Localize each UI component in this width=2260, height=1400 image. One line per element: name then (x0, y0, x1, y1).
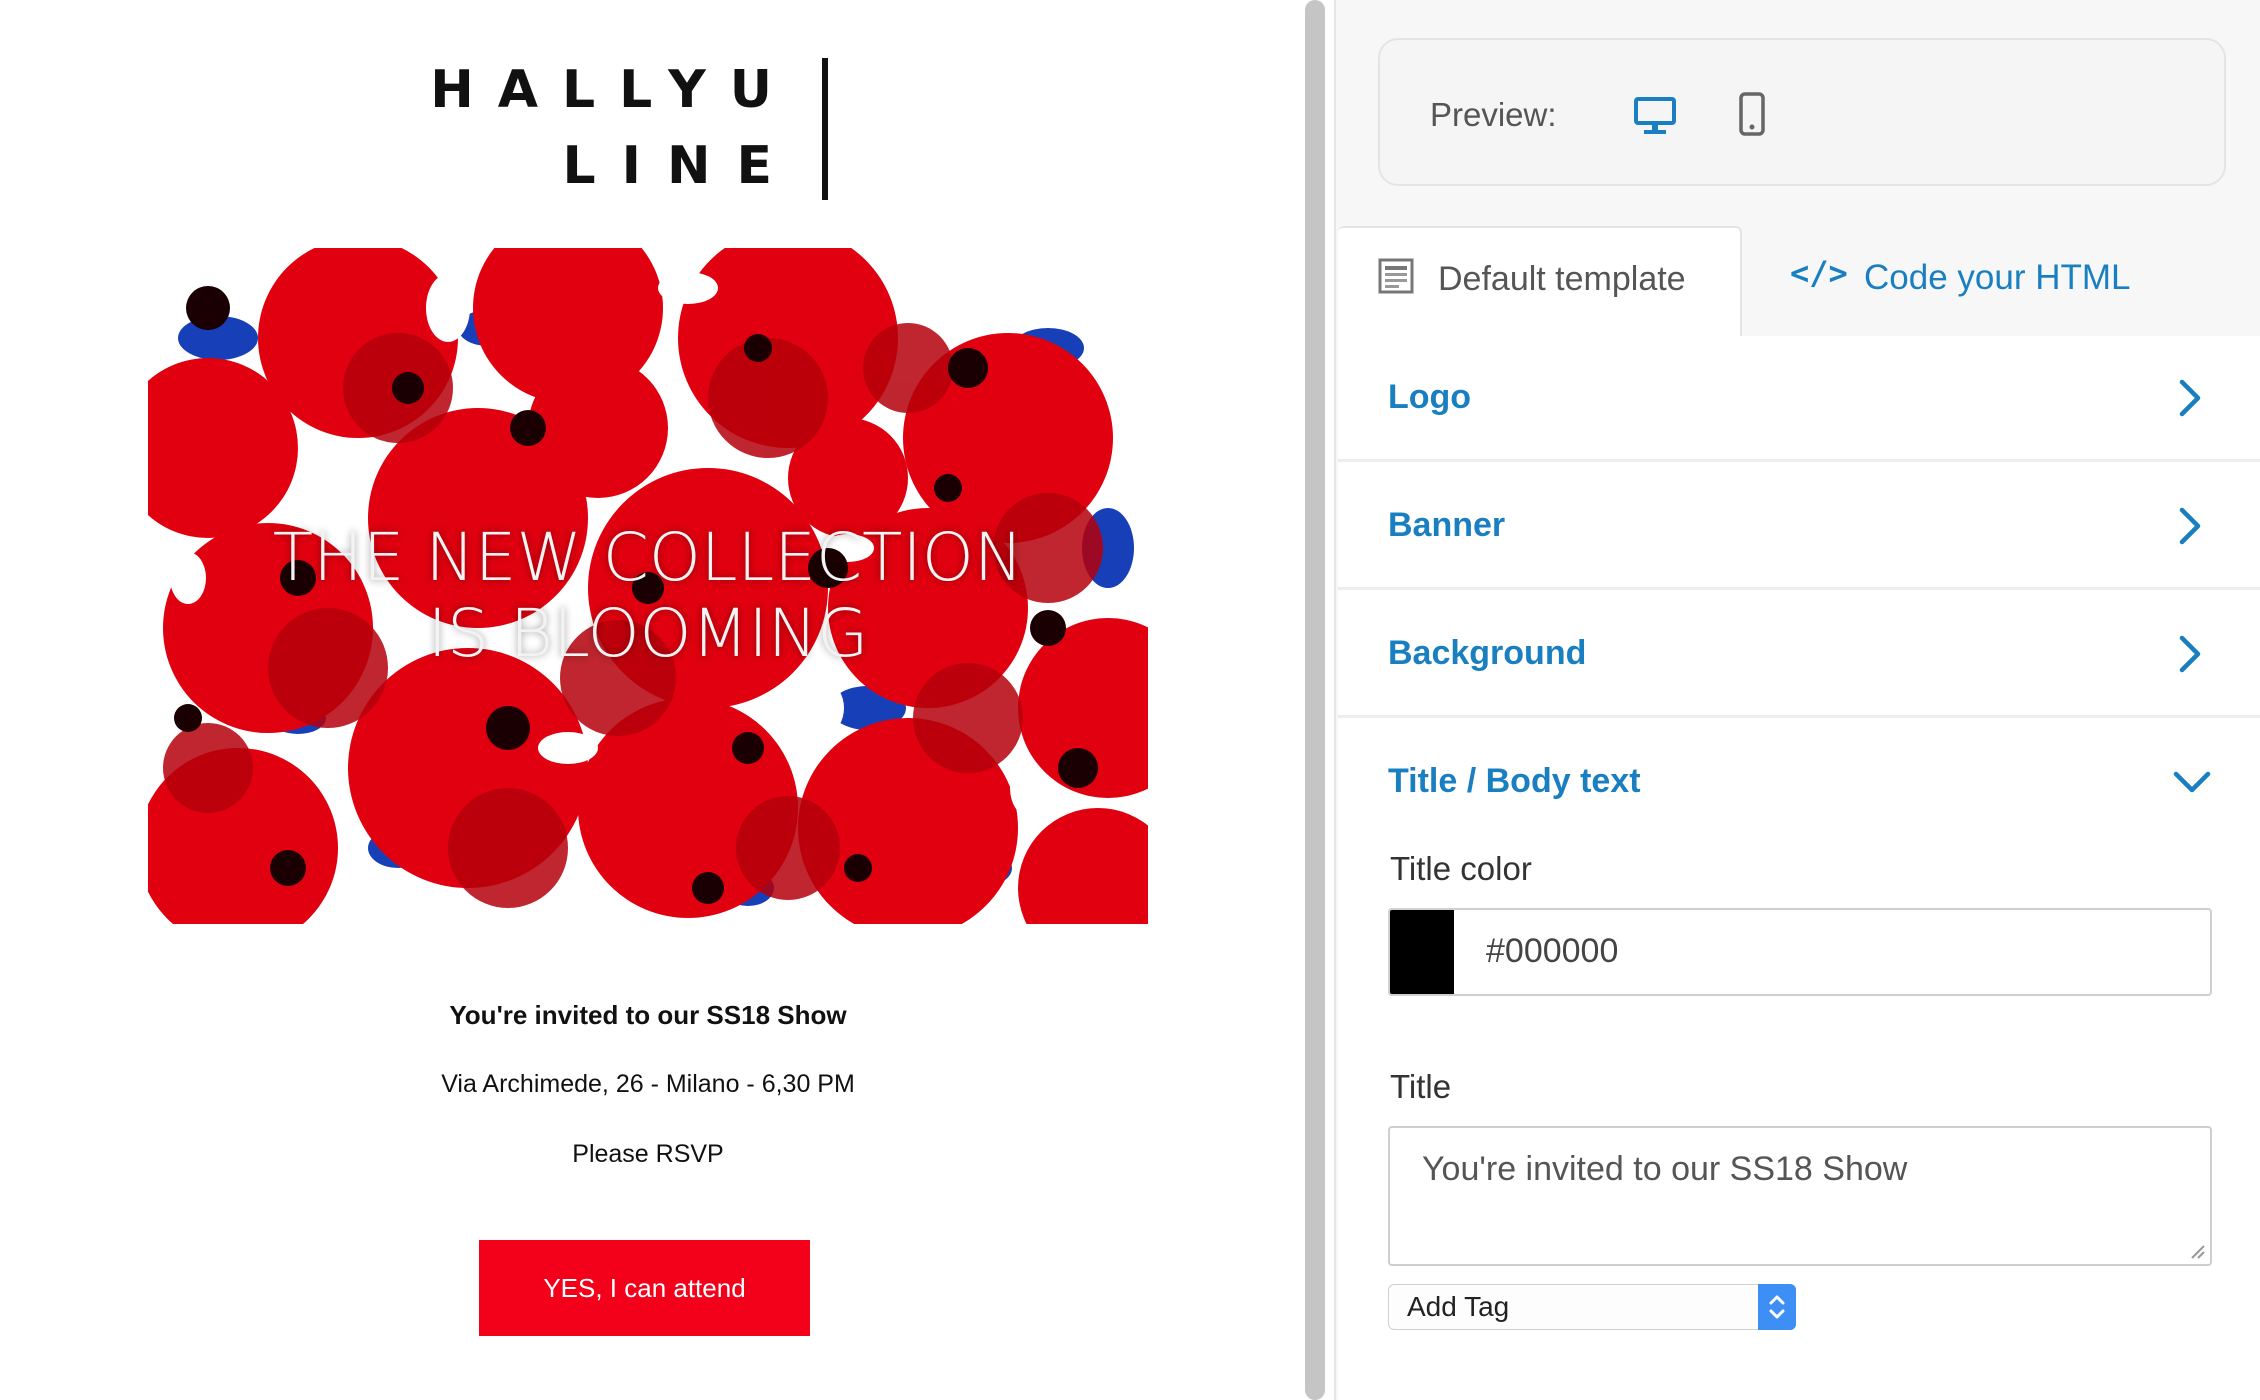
banner-image: THE NEW COLLECTION IS BLOOMING (148, 248, 1148, 924)
code-icon: </> (1790, 254, 1848, 292)
email-address: Via Archimede, 26 - Milano - 6,30 PM (441, 1070, 855, 1098)
resize-grip-icon[interactable] (2188, 1242, 2206, 1260)
section-logo[interactable]: Logo (1338, 336, 2260, 462)
title-textarea-value: You're invited to our SS18 Show (1422, 1150, 1908, 1188)
title-color-field[interactable]: #000000 (1388, 908, 2212, 996)
preview-scrollbar-thumb[interactable] (1305, 0, 1325, 1400)
tab-default-template[interactable]: Default template (1338, 226, 1742, 336)
banner-headline-line-1: THE NEW COLLECTION (272, 519, 1024, 596)
settings-sections: Logo Banner Background Title / Body text… (1338, 336, 2260, 1400)
section-background[interactable]: Background (1338, 592, 2260, 718)
email-title: You're invited to our SS18 Show (449, 1000, 847, 1030)
title-field-label: Title (1390, 1068, 1452, 1105)
rsvp-button[interactable]: YES, I can attend (479, 1240, 810, 1336)
tab-code-html[interactable]: </> Code your HTML (1744, 226, 2260, 336)
chevron-right-icon (2179, 379, 2201, 417)
section-background-label: Background (1388, 634, 1587, 672)
preview-label: Preview: (1430, 96, 1557, 133)
logo-line-2: LINE (562, 136, 798, 196)
tab-default-template-label: Default template (1438, 260, 1686, 298)
title-color-label: Title color (1390, 850, 1532, 887)
preview-toggle-bar: Preview: (1378, 38, 2226, 186)
banner-headline-line-2: IS BLOOMING (427, 595, 869, 672)
chevron-right-icon (2179, 635, 2201, 673)
chevron-right-icon (2179, 507, 2201, 545)
desktop-icon[interactable] (1634, 96, 1676, 136)
logo-line-1: HALLYU (430, 60, 796, 120)
brand-logo: HALLYU LINE (430, 58, 828, 200)
section-banner-label: Banner (1388, 506, 1506, 544)
mobile-icon[interactable] (1738, 92, 1766, 136)
email-rsvp-text: Please RSVP (572, 1140, 724, 1168)
add-tag-label: Add Tag (1407, 1291, 1510, 1322)
section-banner[interactable]: Banner (1338, 464, 2260, 590)
banner-headline: THE NEW COLLECTION IS BLOOMING (148, 520, 1148, 672)
email-preview: HALLYU LINE THE NEW COLLECTION IS BLOOMI… (0, 0, 1290, 1400)
section-title-body-text[interactable]: Title / Body text (1338, 720, 2260, 846)
title-textarea[interactable]: You're invited to our SS18 Show (1388, 1126, 2212, 1266)
add-tag-select[interactable]: Add Tag (1388, 1284, 1796, 1330)
color-swatch[interactable] (1390, 910, 1454, 994)
tab-code-html-label: Code your HTML (1864, 258, 2131, 297)
editor-panel: Preview: Default template </> Code your … (1336, 0, 2260, 1400)
title-color-value: #000000 (1486, 932, 1619, 970)
section-logo-label: Logo (1388, 378, 1472, 416)
template-icon (1378, 258, 1414, 294)
select-arrows-icon (1758, 1284, 1796, 1330)
logo-bar (822, 58, 828, 200)
chevron-down-icon (2173, 771, 2211, 793)
section-title-body-text-label: Title / Body text (1388, 762, 1641, 800)
